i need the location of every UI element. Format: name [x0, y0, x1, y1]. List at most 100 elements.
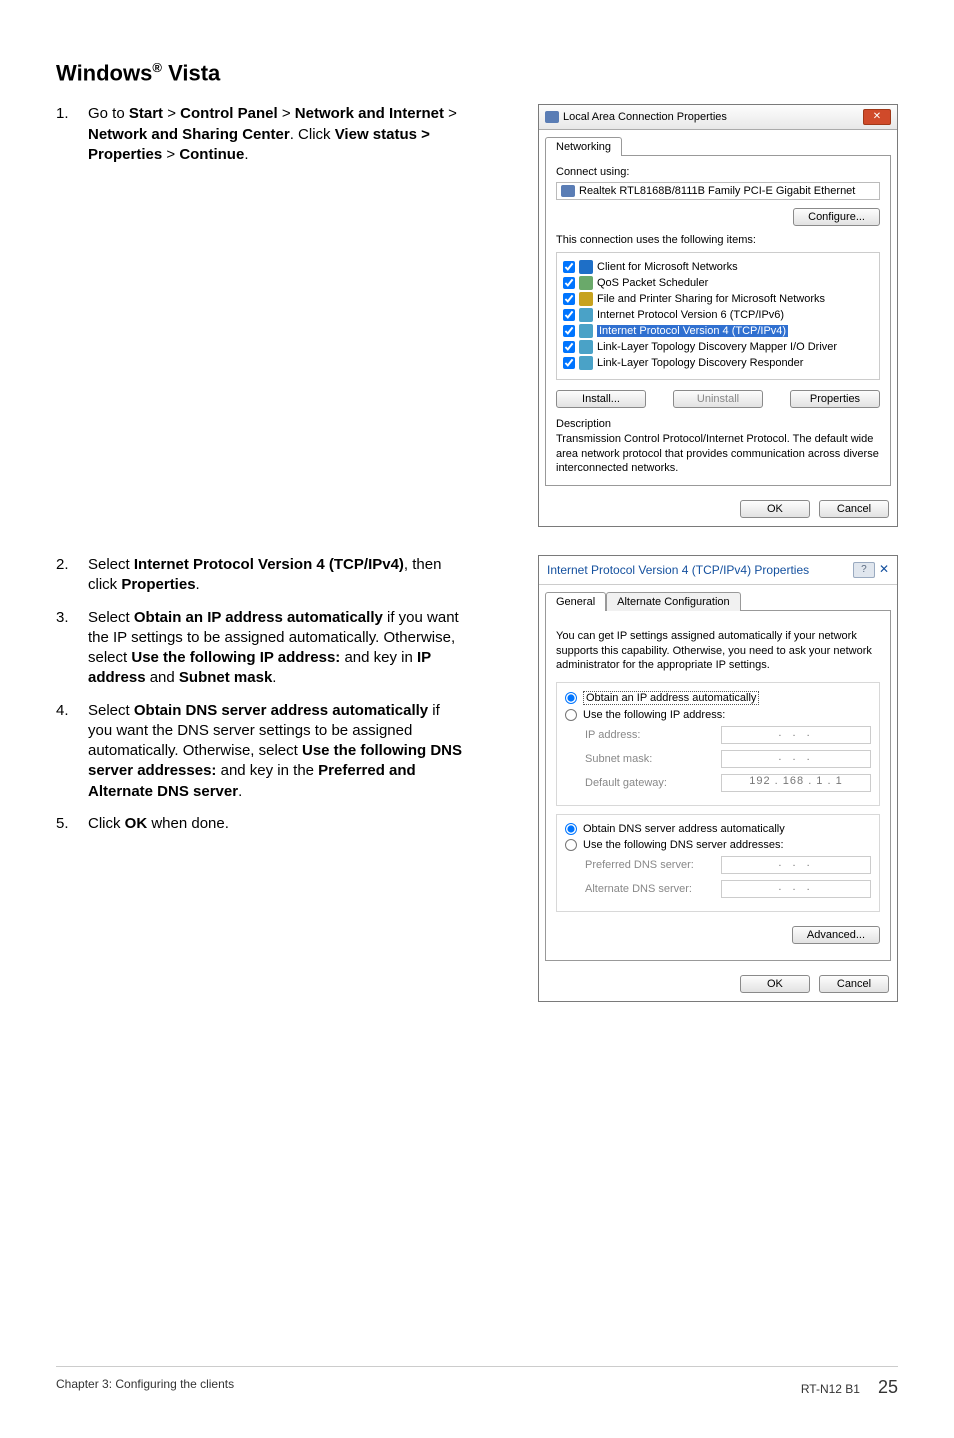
dialog-titlebar: Local Area Connection Properties ✕	[539, 105, 897, 130]
t: Subnet mask	[179, 669, 272, 686]
t: Start	[129, 105, 163, 122]
protocol-icon	[579, 308, 593, 322]
radio[interactable]	[565, 839, 577, 851]
install-button[interactable]: Install...	[556, 390, 646, 408]
t: Network and Internet	[295, 105, 444, 122]
item-label: File and Printer Sharing for Microsoft N…	[597, 293, 825, 305]
heading-reg: ®	[152, 60, 162, 75]
dialog-description: You can get IP settings assigned automat…	[556, 629, 880, 672]
adapter-icon	[561, 185, 575, 197]
client-icon	[579, 260, 593, 274]
step-1: Go to Start > Control Panel > Network an…	[56, 104, 467, 165]
t: OK	[125, 815, 148, 832]
footer-left: Chapter 3: Configuring the clients	[56, 1377, 234, 1398]
tab-general[interactable]: General	[545, 592, 606, 611]
protocol-icon	[579, 356, 593, 370]
list-item[interactable]: Internet Protocol Version 6 (TCP/IPv6)	[563, 307, 873, 323]
fileshare-icon	[579, 292, 593, 306]
list-item[interactable]: File and Printer Sharing for Microsoft N…	[563, 291, 873, 307]
t: .	[196, 576, 200, 593]
heading-suffix: Vista	[162, 60, 220, 85]
radio[interactable]	[565, 692, 577, 704]
list-item[interactable]: Internet Protocol Version 4 (TCP/IPv4)	[563, 323, 873, 339]
t: and key in	[340, 649, 417, 666]
t: .	[238, 783, 242, 800]
ok-button[interactable]: OK	[740, 500, 810, 518]
t: when done.	[147, 815, 229, 832]
radio[interactable]	[565, 823, 577, 835]
gateway-input: 192 . 168 . 1 . 1	[721, 774, 871, 792]
checkbox[interactable]	[563, 341, 575, 353]
t: Network and Sharing Center	[88, 126, 290, 143]
uses-label: This connection uses the following items…	[556, 234, 880, 246]
close-button[interactable]: ✕	[863, 109, 891, 125]
item-label: Link-Layer Topology Discovery Mapper I/O…	[597, 341, 837, 353]
t: Select	[88, 702, 134, 719]
t: Obtain an IP address automatically	[134, 609, 383, 626]
footer-model: RT-N12 B1	[801, 1382, 860, 1396]
subnet-input: . . .	[721, 750, 871, 768]
t: >	[163, 105, 180, 122]
checkbox[interactable]	[563, 309, 575, 321]
t: and key in the	[216, 762, 318, 779]
connect-using-label: Connect using:	[556, 166, 880, 178]
list-item[interactable]: Link-Layer Topology Discovery Responder	[563, 355, 873, 371]
cancel-button[interactable]: Cancel	[819, 500, 889, 518]
cancel-button[interactable]: Cancel	[819, 975, 889, 993]
t: Internet Protocol Version 4 (TCP/IPv4)	[134, 556, 404, 573]
radio-label: Use the following DNS server addresses:	[583, 839, 784, 851]
page-footer: Chapter 3: Configuring the clients RT-N1…	[56, 1366, 898, 1398]
radio[interactable]	[565, 709, 577, 721]
help-button[interactable]: ?	[853, 562, 875, 578]
ok-button[interactable]: OK	[740, 975, 810, 993]
protocol-icon	[579, 324, 593, 338]
checkbox[interactable]	[563, 277, 575, 289]
description-text: Transmission Control Protocol/Internet P…	[556, 432, 880, 475]
t: Use the following IP address:	[131, 649, 340, 666]
radio-use-ip[interactable]: Use the following IP address:	[565, 707, 871, 723]
protocol-icon	[579, 340, 593, 354]
list-item[interactable]: Link-Layer Topology Discovery Mapper I/O…	[563, 339, 873, 355]
checkbox[interactable]	[563, 357, 575, 369]
checkbox[interactable]	[563, 261, 575, 273]
advanced-button[interactable]: Advanced...	[792, 926, 880, 944]
t: Go to	[88, 105, 129, 122]
radio-auto-ip[interactable]: Obtain an IP address automatically	[565, 689, 871, 707]
t: Obtain DNS server address automatically	[134, 702, 428, 719]
t: . Click	[290, 126, 335, 143]
step-2: Select Internet Protocol Version 4 (TCP/…	[56, 555, 467, 596]
dialog-title: Local Area Connection Properties	[563, 111, 727, 123]
checkbox[interactable]	[563, 293, 575, 305]
list-item[interactable]: QoS Packet Scheduler	[563, 275, 873, 291]
step-4: Select Obtain DNS server address automat…	[56, 701, 467, 802]
preferred-dns-label: Preferred DNS server:	[585, 859, 694, 871]
configure-button[interactable]: Configure...	[793, 208, 880, 226]
ip-address-input: . . .	[721, 726, 871, 744]
radio-label: Obtain DNS server address automatically	[583, 823, 785, 835]
radio-use-dns[interactable]: Use the following DNS server addresses:	[565, 837, 871, 853]
step-3: Select Obtain an IP address automaticall…	[56, 608, 467, 689]
radio-label: Obtain an IP address automatically	[583, 691, 759, 705]
connection-items-list: Client for Microsoft Networks QoS Packet…	[556, 252, 880, 380]
step-5: Click OK when done.	[56, 814, 467, 834]
list-item[interactable]: Client for Microsoft Networks	[563, 259, 873, 275]
adapter-field: Realtek RTL8168B/8111B Family PCI-E Giga…	[556, 182, 880, 200]
tab-networking[interactable]: Networking	[545, 137, 622, 156]
t: Control Panel	[180, 105, 278, 122]
ip-address-label: IP address:	[585, 729, 640, 741]
tab-alternate[interactable]: Alternate Configuration	[606, 592, 741, 611]
preferred-dns-input: . . .	[721, 856, 871, 874]
t: >	[278, 105, 295, 122]
properties-button[interactable]: Properties	[790, 390, 880, 408]
radio-auto-dns[interactable]: Obtain DNS server address automatically	[565, 821, 871, 837]
dialog-ipv4-properties: Internet Protocol Version 4 (TCP/IPv4) P…	[538, 555, 898, 1002]
alternate-dns-label: Alternate DNS server:	[585, 883, 692, 895]
dialog-lan-properties: Local Area Connection Properties ✕ Netwo…	[538, 104, 898, 527]
item-label-selected: Internet Protocol Version 4 (TCP/IPv4)	[597, 325, 788, 337]
item-label: QoS Packet Scheduler	[597, 277, 708, 289]
close-button[interactable]: ✕	[879, 562, 889, 578]
t: Select	[88, 556, 134, 573]
heading-prefix: Windows	[56, 60, 152, 85]
checkbox[interactable]	[563, 325, 575, 337]
t: Properties	[121, 576, 195, 593]
